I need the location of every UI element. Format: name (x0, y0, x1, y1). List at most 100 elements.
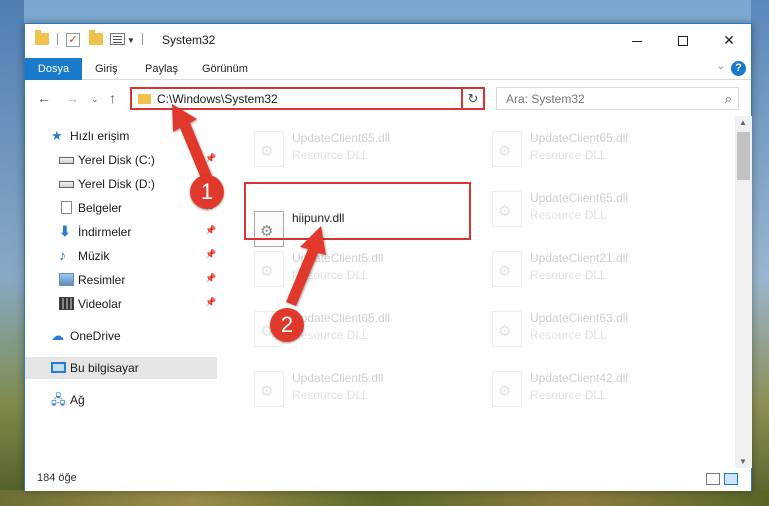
item-count: 184 öğe (37, 472, 77, 484)
dll-file-icon (492, 191, 522, 227)
dll-file-icon (254, 251, 284, 287)
file-item[interactable]: UpdateClient63.dll Resource DLL (483, 303, 713, 353)
vertical-scrollbar[interactable]: ▲ ▼ (735, 116, 752, 468)
sidebar-item-documents[interactable]: Belgeler 📌 (25, 197, 217, 219)
pin-icon[interactable]: 📌 (205, 273, 216, 284)
tab-file[interactable]: Dosya (25, 58, 82, 80)
desktop-background-right (751, 0, 769, 506)
sidebar-item-label: OneDrive (70, 329, 121, 343)
file-name: UpdateClient21.dll (530, 251, 629, 265)
file-type: Resource DLL (292, 148, 369, 162)
sidebar-item-label: Hızlı erişim (70, 129, 130, 143)
navigation-bar: ← → ⌄ ↑ C:\Windows\System32 ⌄ ↻ Ara: Sys… (25, 81, 751, 115)
file-name: UpdateClient42.dll (530, 371, 629, 385)
navigation-pane: ★ Hızlı erişim Yerel Disk (C:) 📌 Yerel D… (25, 119, 217, 459)
back-arrow-icon[interactable]: ← (37, 90, 51, 106)
file-item[interactable]: UpdateClient65.dll Resource DLL (483, 123, 713, 173)
scroll-up-icon[interactable]: ▲ (739, 118, 747, 127)
tab-share[interactable]: Paylaş (145, 58, 178, 80)
address-bar[interactable]: C:\Windows\System32 ⌄ (130, 87, 483, 110)
dll-file-icon (492, 131, 522, 167)
tab-view[interactable]: Görünüm (202, 58, 248, 80)
network-icon: 🖧 (51, 392, 66, 407)
sidebar-item-local-disk-c[interactable]: Yerel Disk (C:) 📌 (25, 149, 217, 171)
search-box[interactable]: Ara: System32 ⌕ (496, 87, 739, 110)
file-type: Resource DLL (530, 268, 607, 282)
dll-file-icon (492, 251, 522, 287)
file-type: Resource DLL (292, 388, 369, 402)
up-arrow-icon[interactable]: ↑ (109, 90, 116, 106)
file-type: Resource DLL (530, 148, 607, 162)
sidebar-item-local-disk-d[interactable]: Yerel Disk (D:) 📌 (25, 173, 217, 195)
pin-icon[interactable]: 📌 (205, 249, 216, 260)
maximize-icon (678, 36, 688, 47)
scroll-thumb[interactable] (737, 132, 750, 180)
file-item[interactable]: UpdateClient21.dll Resource DLL (483, 243, 713, 293)
sidebar-item-quick-access[interactable]: ★ Hızlı erişim (25, 125, 217, 147)
file-item[interactable]: UpdateClient42.dll Resource DLL (483, 363, 713, 413)
file-item[interactable]: UpdateClient65.dll Resource DLL (245, 123, 475, 173)
sidebar-item-pictures[interactable]: Resimler 📌 (25, 269, 217, 291)
toolbar-separator (57, 33, 58, 45)
sidebar-item-onedrive[interactable]: ☁ OneDrive (25, 325, 217, 347)
sidebar-item-label: Resimler (78, 273, 126, 287)
pin-icon[interactable]: 📌 (205, 297, 216, 308)
sidebar-item-music[interactable]: ♪ Müzik 📌 (25, 245, 217, 267)
sidebar-item-label: Ağ (70, 393, 85, 407)
file-item[interactable]: UpdateClient5.dll Resource DLL (245, 243, 475, 293)
file-type: Resource DLL (530, 388, 607, 402)
documents-icon (61, 201, 72, 214)
toolbar-separator (142, 33, 143, 45)
download-icon: ⬇ (59, 223, 71, 239)
close-button[interactable]: ✕ (706, 24, 752, 57)
properties-check-icon[interactable]: ✓ (66, 33, 80, 47)
sidebar-item-label: Belgeler (78, 201, 123, 215)
pin-icon[interactable]: 📌 (205, 225, 216, 236)
forward-arrow-icon[interactable]: → (65, 90, 79, 106)
help-icon[interactable]: ? (731, 61, 746, 76)
status-bar: 184 öğe (25, 468, 751, 491)
dll-file-icon (492, 371, 522, 407)
computer-icon (51, 362, 66, 373)
file-type: Resource DLL (530, 208, 607, 222)
chevron-down-icon[interactable]: ▼ (127, 36, 135, 45)
file-item[interactable]: UpdateClient5.dll Resource DLL (245, 363, 475, 413)
new-folder-icon[interactable] (89, 30, 103, 45)
drive-icon (59, 181, 74, 188)
step-badge-2: 2 (270, 308, 304, 342)
file-name: UpdateClient65.dll (292, 131, 391, 145)
minimize-button[interactable] (614, 24, 660, 57)
sidebar-item-this-pc[interactable]: Bu bilgisayar (25, 357, 217, 379)
sidebar-item-network[interactable]: 🖧 Ağ (25, 389, 217, 411)
recent-locations-chevron-icon[interactable]: ⌄ (91, 94, 99, 105)
search-input[interactable]: Ara: System32 (506, 92, 585, 106)
folder-icon[interactable] (35, 30, 49, 45)
desktop-background-left (0, 0, 24, 506)
scroll-down-icon[interactable]: ▼ (739, 457, 747, 466)
desktop-background-bottom (0, 490, 769, 506)
sidebar-item-label: Videolar (78, 297, 122, 311)
sidebar-item-label: Bu bilgisayar (70, 361, 139, 375)
folder-icon (138, 94, 151, 104)
maximize-button[interactable] (660, 24, 706, 57)
sidebar-item-videos[interactable]: Videolar 📌 (25, 293, 217, 315)
tab-home[interactable]: Giriş (95, 58, 118, 80)
dll-file-icon (492, 311, 522, 347)
refresh-button[interactable]: ↻ (461, 87, 485, 110)
file-name: UpdateClient5.dll (292, 251, 384, 265)
details-view-icon[interactable] (706, 473, 720, 485)
customize-toolbar-icon[interactable] (110, 33, 125, 45)
pin-icon[interactable]: 📌 (205, 153, 216, 164)
file-name: UpdateClient65.dll (530, 191, 629, 205)
file-type: Resource DLL (292, 328, 369, 342)
music-icon: ♪ (59, 247, 66, 263)
file-name: UpdateClient65.dll (292, 311, 391, 325)
large-icons-view-icon[interactable] (724, 473, 738, 485)
dll-file-icon (254, 371, 284, 407)
file-item[interactable]: UpdateClient65.dll Resource DLL (483, 183, 713, 233)
highlight-frame (244, 182, 471, 240)
search-icon[interactable]: ⌕ (725, 91, 732, 107)
expand-ribbon-icon[interactable]: ⌄ (717, 61, 725, 72)
sidebar-item-downloads[interactable]: ⬇ İndirmeler 📌 (25, 221, 217, 243)
address-path[interactable]: C:\Windows\System32 (157, 92, 278, 106)
